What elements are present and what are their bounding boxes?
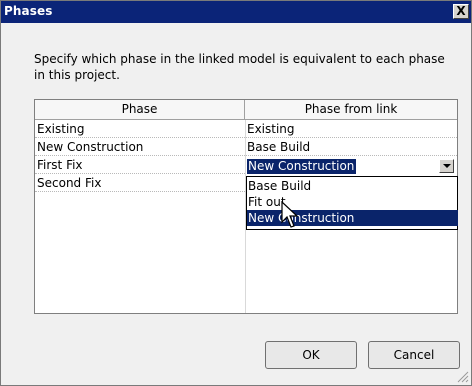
phases-dialog: Phases X Specify which phase in the link… [0,0,472,386]
row-phase-cell: First Fix [37,158,83,172]
phase-mapping-grid: Phase Phase from link Existing Existing … [34,99,458,314]
row-link-cell[interactable]: Existing [247,120,453,138]
instruction-text: Specify which phase in the linked model … [34,52,445,82]
header-phase[interactable]: Phase [35,100,245,119]
row-phase-cell: Existing [37,122,85,136]
phase-dropdown-list[interactable]: Base Build Fit out New Construction [246,176,458,230]
row-phase-cell: Second Fix [37,176,102,190]
dropdown-option-fit-out[interactable]: Fit out [247,194,458,210]
dialog-title: Phases [4,4,53,18]
dropdown-option-new-construction[interactable]: New Construction [247,210,458,226]
row-link-cell[interactable]: Base Build [247,138,453,156]
resize-grip-icon[interactable] [457,371,469,383]
pointer-cursor-icon [281,201,299,228]
close-icon: X [456,4,466,18]
table-row[interactable]: Existing Existing [35,120,457,138]
ok-button[interactable]: OK [265,341,357,369]
row-phase-cell: New Construction [37,140,144,154]
header-phase-from-link[interactable]: Phase from link [245,100,457,119]
combobox-selected-value[interactable]: New Construction [247,159,356,174]
cancel-button[interactable]: Cancel [368,341,460,369]
dropdown-option-base-build[interactable]: Base Build [247,178,458,194]
phase-from-link-combobox[interactable]: New Construction [246,158,457,176]
close-button[interactable]: X [453,4,469,19]
table-row[interactable]: New Construction Base Build [35,138,457,156]
grid-header-row: Phase Phase from link [35,100,457,120]
title-bar[interactable]: Phases X [1,1,471,23]
chevron-down-icon[interactable] [439,159,454,173]
